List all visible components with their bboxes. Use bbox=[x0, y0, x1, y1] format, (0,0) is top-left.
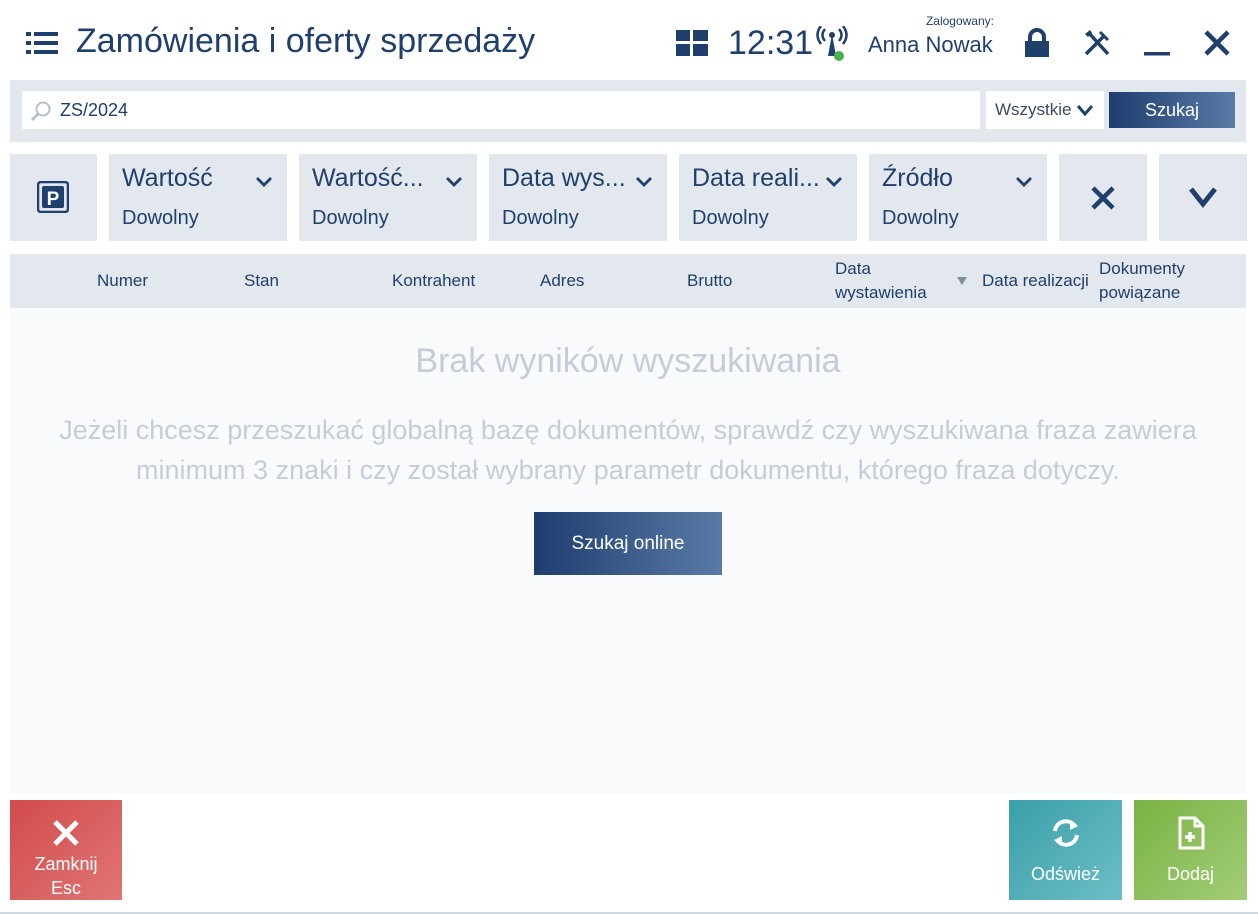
sort-desc-icon bbox=[957, 277, 967, 285]
filter-value-2[interactable]: Wartość... Dowolny bbox=[299, 154, 477, 241]
clock: 12:31 bbox=[728, 24, 814, 62]
add-button[interactable]: Dodaj bbox=[1134, 800, 1247, 900]
results-area: Brak wyników wyszukiwania Jeżeli chcesz … bbox=[10, 308, 1246, 794]
chevron-down-icon bbox=[826, 177, 842, 187]
add-button-label: Dodaj bbox=[1166, 864, 1215, 884]
filter-title: Data wys... bbox=[502, 164, 626, 192]
chevron-down-icon bbox=[256, 177, 272, 187]
search-input[interactable] bbox=[60, 91, 970, 129]
chevron-down-icon bbox=[636, 177, 652, 187]
search-bar: Wszystkie Szukaj bbox=[10, 80, 1246, 142]
filter-realization-date[interactable]: Data reali... Dowolny bbox=[679, 154, 857, 241]
filter-row: P Wartość Dowolny Wartość... Dowolny Dat… bbox=[0, 154, 1258, 242]
filter-title: Źródło bbox=[882, 164, 953, 192]
search-field bbox=[22, 91, 980, 129]
table-header: Numer Stan Kontrahent Adres Brutto Data … bbox=[10, 254, 1246, 308]
filter-value: Dowolny bbox=[692, 207, 769, 229]
lock-icon[interactable] bbox=[1024, 28, 1050, 58]
refresh-button-label: Odśwież bbox=[1030, 864, 1101, 884]
user-name: Anna Nowak bbox=[868, 32, 993, 57]
close-button-shortcut: Esc bbox=[50, 878, 81, 898]
svg-text:P: P bbox=[47, 189, 60, 210]
column-header-realization-date[interactable]: Data realizacji bbox=[982, 269, 1089, 293]
filter-source[interactable]: Źródło Dowolny bbox=[869, 154, 1047, 241]
chevron-down-icon bbox=[1076, 105, 1094, 117]
filter-title: Wartość... bbox=[312, 164, 424, 192]
chevron-down-icon bbox=[446, 177, 462, 187]
refresh-button[interactable]: Odśwież bbox=[1009, 800, 1122, 900]
search-scope-value: Wszystkie bbox=[995, 100, 1072, 119]
minimize-icon[interactable] bbox=[1142, 28, 1172, 58]
filter-value: Dowolny bbox=[312, 207, 389, 229]
search-button[interactable]: Szukaj bbox=[1109, 92, 1235, 128]
tiles-icon[interactable] bbox=[676, 30, 708, 56]
filter-issue-date[interactable]: Data wys... Dowolny bbox=[489, 154, 667, 241]
page-title: Zamówienia i oferty sprzedaży bbox=[76, 22, 536, 60]
close-button[interactable]: Zamknij Esc bbox=[10, 800, 122, 900]
column-header-related-documents[interactable]: Dokumenty powiązane bbox=[1099, 257, 1185, 305]
add-document-icon bbox=[1178, 816, 1204, 850]
filter-value: Dowolny bbox=[122, 207, 199, 229]
search-icon bbox=[30, 101, 51, 122]
filter-value-1[interactable]: Wartość Dowolny bbox=[109, 154, 287, 241]
column-header-gross[interactable]: Brutto bbox=[687, 269, 732, 293]
expand-icon bbox=[1189, 187, 1217, 209]
parked-documents-button[interactable]: P bbox=[10, 154, 97, 241]
empty-state-description: Jeżeli chcesz przeszukać globalną bazę d… bbox=[59, 415, 1197, 485]
column-header-customer[interactable]: Kontrahent bbox=[392, 269, 475, 293]
signal-icon bbox=[816, 26, 848, 61]
search-online-button[interactable]: Szukaj online bbox=[534, 512, 722, 575]
column-header-number[interactable]: Numer bbox=[97, 269, 148, 293]
refresh-icon bbox=[1052, 819, 1079, 847]
filter-title: Wartość bbox=[122, 164, 213, 192]
filter-value: Dowolny bbox=[882, 207, 959, 229]
close-icon[interactable] bbox=[1202, 28, 1232, 58]
filter-value: Dowolny bbox=[502, 207, 579, 229]
menu-icon[interactable] bbox=[26, 30, 58, 56]
app-header: Zamówienia i oferty sprzedaży 12:31 Zalo… bbox=[0, 0, 1258, 80]
column-header-address[interactable]: Adres bbox=[540, 269, 584, 293]
chevron-down-icon bbox=[1016, 177, 1032, 187]
close-icon bbox=[53, 820, 79, 846]
column-header-status[interactable]: Stan bbox=[244, 269, 279, 293]
search-scope-select[interactable]: Wszystkie bbox=[986, 91, 1104, 129]
empty-state-title: Brak wyników wyszukiwania bbox=[415, 342, 841, 380]
tools-icon[interactable] bbox=[1082, 28, 1112, 58]
parking-icon: P bbox=[37, 181, 69, 213]
clear-filters-icon bbox=[1091, 186, 1115, 210]
filter-title: Data reali... bbox=[692, 164, 820, 192]
expand-filters-button[interactable] bbox=[1159, 154, 1247, 241]
close-button-label: Zamknij bbox=[34, 854, 98, 874]
clear-filters-button[interactable] bbox=[1059, 154, 1147, 241]
column-header-issue-date[interactable]: Data wystawienia bbox=[835, 257, 927, 305]
logged-in-label: Zalogowany: bbox=[925, 14, 994, 28]
